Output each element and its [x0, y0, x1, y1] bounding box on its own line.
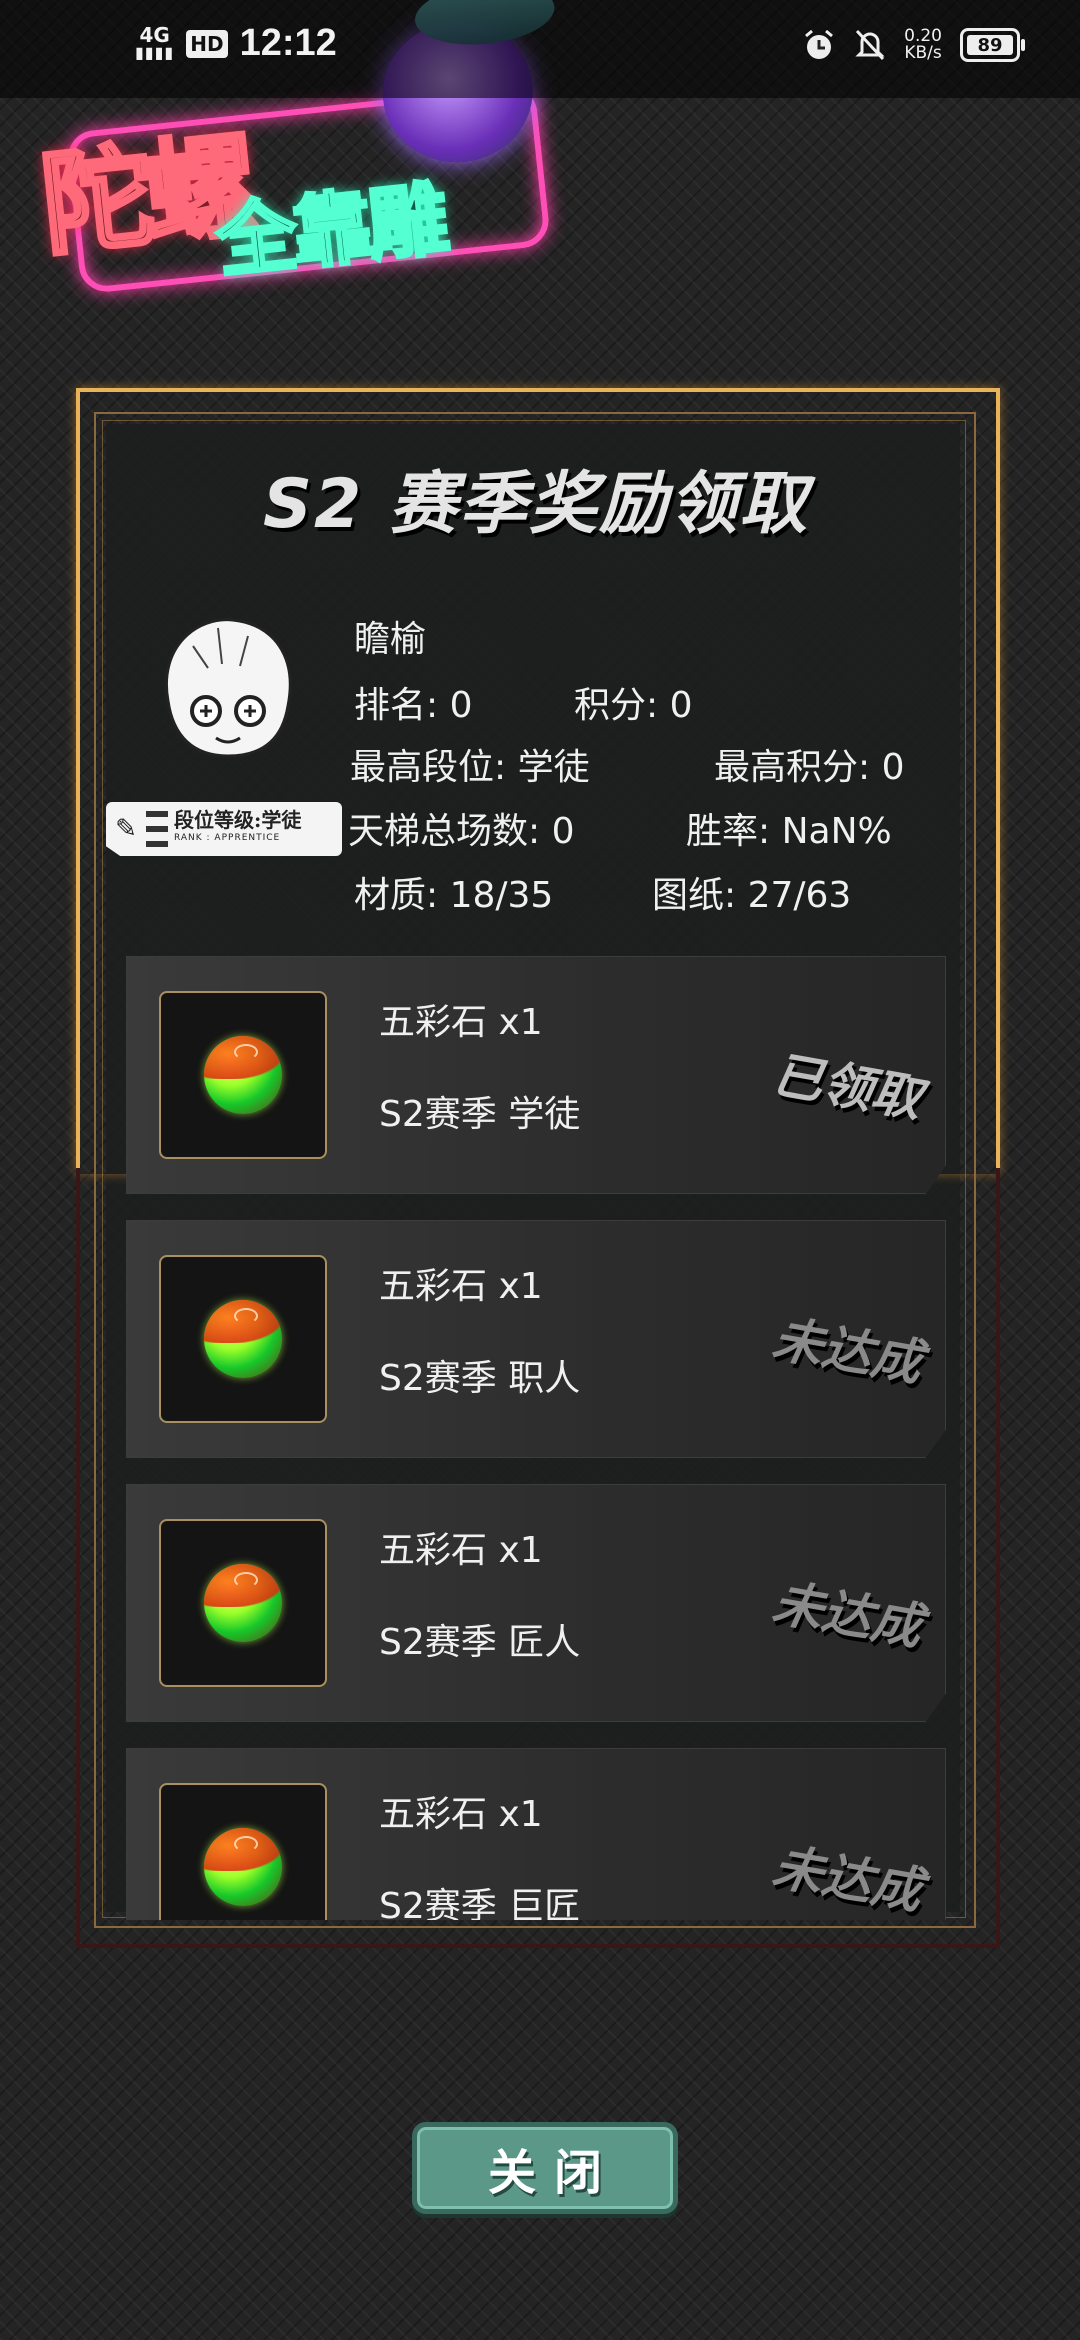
five-color-stone-icon: [204, 1036, 282, 1114]
season-reward-panel: S2 赛季奖励领取 ✎ 段位等级:学徒 RANK : APPRENTICE 瞻榆…: [76, 388, 1000, 1948]
hd-badge: HD: [186, 29, 228, 58]
reward-status: 未达成: [768, 1573, 927, 1657]
five-color-stone-icon: [204, 1828, 282, 1906]
highest-score: 最高积分: 0: [714, 747, 905, 788]
five-color-stone-icon: [204, 1300, 282, 1378]
reward-item-slot: [159, 1783, 327, 1920]
logo-subtitle: 全靠雕: [211, 170, 451, 290]
battery-level: 89: [967, 35, 1013, 56]
status-bar: 4G ▮▮▮▮ HD 12:12 0.20 KB/s 89: [0, 0, 1080, 98]
rank-badge: ✎ 段位等级:学徒 RANK : APPRENTICE: [106, 802, 342, 856]
rank-value: 排名: 0: [354, 685, 473, 726]
hammer-icon: ✎: [115, 814, 137, 844]
materials-count: 材质: 18/35: [354, 875, 554, 916]
reward-tier: S2赛季 学徒: [379, 1094, 581, 1135]
reward-card[interactable]: 五彩石 x1 S2赛季 学徒 已领取: [126, 956, 946, 1194]
player-avatar[interactable]: [148, 606, 308, 776]
network-speed: 0.20 KB/s: [904, 26, 942, 63]
reward-item-name: 五彩石 x1: [379, 1530, 543, 1571]
reward-item-slot: [159, 1255, 327, 1423]
blueprints-count: 图纸: 27/63: [652, 875, 852, 916]
score-value: 积分: 0: [574, 685, 693, 726]
reward-card[interactable]: 五彩石 x1 S2赛季 匠人 未达成: [126, 1484, 946, 1722]
win-rate: 胜率: NaN%: [686, 811, 892, 852]
reward-item-name: 五彩石 x1: [379, 1266, 543, 1307]
highest-tier: 最高段位: 学徒: [350, 747, 590, 788]
reward-card[interactable]: 五彩石 x1 S2赛季 职人 未达成: [126, 1220, 946, 1458]
player-name: 瞻榆: [354, 619, 427, 660]
close-button-label: 关闭: [487, 2145, 620, 2201]
reward-card[interactable]: 五彩石 x1 S2赛季 巨匠 未达成: [126, 1748, 946, 1920]
reward-status: 已领取: [768, 1045, 927, 1129]
close-button[interactable]: 关闭: [412, 2122, 678, 2214]
reward-item-name: 五彩石 x1: [379, 1794, 543, 1835]
clock: 12:12: [239, 22, 337, 64]
battery-icon: 89: [960, 28, 1025, 62]
reward-list[interactable]: 五彩石 x1 S2赛季 学徒 已领取 五彩石 x1 S2赛季 职人 未达成 五彩…: [126, 956, 946, 1920]
five-color-stone-icon: [204, 1564, 282, 1642]
panel-title: S2 赛季奖励领取: [263, 465, 809, 544]
reward-tier: S2赛季 匠人: [379, 1622, 581, 1663]
reward-status: 未达成: [768, 1837, 927, 1920]
alarm-icon: [805, 29, 834, 59]
reward-tier: S2赛季 职人: [379, 1358, 581, 1399]
cellular-signal-icon: 4G ▮▮▮▮: [135, 22, 175, 62]
reward-item-name: 五彩石 x1: [379, 1002, 543, 1043]
reward-status: 未达成: [768, 1309, 927, 1393]
ladder-total-matches: 天梯总场数: 0: [348, 811, 575, 852]
reward-item-slot: [159, 1519, 327, 1687]
reward-tier: S2赛季 巨匠: [379, 1886, 581, 1920]
mute-notification-icon: [855, 29, 885, 61]
reward-item-slot: [159, 991, 327, 1159]
